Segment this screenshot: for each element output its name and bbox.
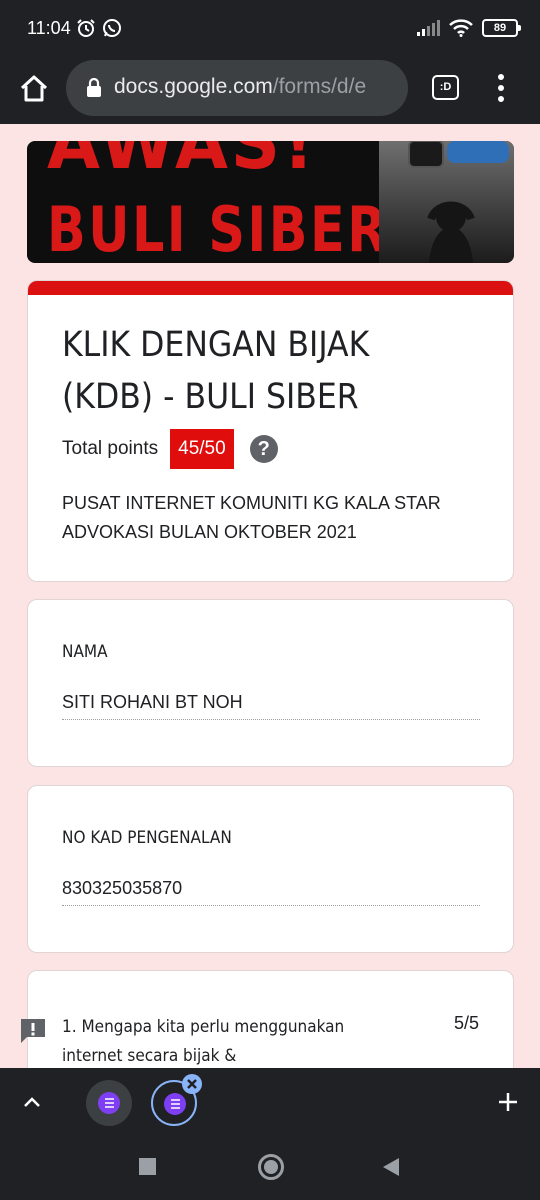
system-nav-bar (0, 1136, 540, 1200)
wifi-icon (449, 19, 473, 37)
name-field-card: NAMA SITI ROHANI BT NOH (27, 599, 514, 767)
field-value: 830325035870 (62, 878, 183, 898)
score-badge: 45/50 (170, 429, 234, 469)
ic-field-card: NO KAD PENGENALAN 830325035870 (27, 785, 514, 953)
form-header-card: KLIK DENGAN BIJAK (KDB) - BULI SIBER Tot… (27, 280, 514, 582)
banner-line-1: AWAS! (47, 141, 317, 185)
google-forms-icon (98, 1092, 120, 1114)
question-card: 1. Mengapa kita perlu menggunakan intern… (27, 970, 514, 1068)
help-icon[interactable]: ? (249, 435, 278, 463)
google-forms-icon (164, 1093, 186, 1115)
lock-icon (87, 78, 101, 97)
browser-toolbar: docs.google.com/forms/d/e :D (0, 56, 540, 124)
form-description: PUSAT INTERNET KOMUNITI KG KALA STAR ADV… (62, 493, 441, 542)
question-points: 5/5 (453, 1013, 479, 1033)
question-label: 1. Mengapa kita perlu menggunakan intern… (62, 1017, 345, 1066)
total-points-label: Total points (62, 438, 159, 459)
chevron-up-icon[interactable] (20, 1090, 44, 1114)
field-value: SITI ROHANI BT NOH (62, 692, 243, 712)
home-icon[interactable] (18, 72, 50, 104)
overflow-menu-icon[interactable] (493, 72, 509, 104)
field-underline (62, 905, 480, 906)
field-label: NO KAD PENGENALAN (62, 828, 232, 848)
form-title: KLIK DENGAN BIJAK (KDB) - BULI SIBER (62, 325, 370, 417)
tab-switcher-button[interactable]: :D (432, 75, 459, 100)
status-bar: 11:04 89 (0, 0, 540, 56)
question-text: 1. Mengapa kita perlu menggunakan intern… (62, 1013, 386, 1068)
tab-thumbnail[interactable] (86, 1080, 132, 1126)
status-time: 11:04 (27, 18, 71, 38)
person-silhouette-icon (408, 141, 509, 263)
home-button[interactable] (258, 1154, 284, 1180)
header-banner-image: AWAS! BULI SIBER (27, 141, 514, 263)
whatsapp-icon (103, 19, 121, 37)
banner-line-2: BULI SIBER (47, 193, 389, 263)
battery-icon: 89 (482, 19, 521, 37)
field-label: NAMA (62, 642, 108, 662)
url-path: /forms/d/e (272, 75, 367, 98)
url-text: docs.google.com/forms/d/e (114, 75, 366, 99)
new-tab-icon[interactable] (496, 1090, 520, 1114)
field-underline (62, 719, 480, 720)
back-icon[interactable] (382, 1157, 400, 1177)
recents-button[interactable] (139, 1158, 156, 1175)
alarm-icon (77, 19, 95, 37)
close-tab-icon[interactable] (182, 1074, 202, 1094)
feedback-icon[interactable] (19, 1017, 47, 1045)
signal-icon (417, 20, 440, 36)
tab-strip (0, 1068, 540, 1136)
url-host: docs.google.com (114, 75, 273, 98)
form-page: AWAS! BULI SIBER KLIK DENGAN BIJAK (KDB)… (0, 124, 540, 1068)
total-points-row: Total points 45/50 ? (62, 429, 278, 469)
banner-photo (379, 141, 514, 263)
address-bar[interactable]: docs.google.com/forms/d/e (66, 60, 408, 116)
